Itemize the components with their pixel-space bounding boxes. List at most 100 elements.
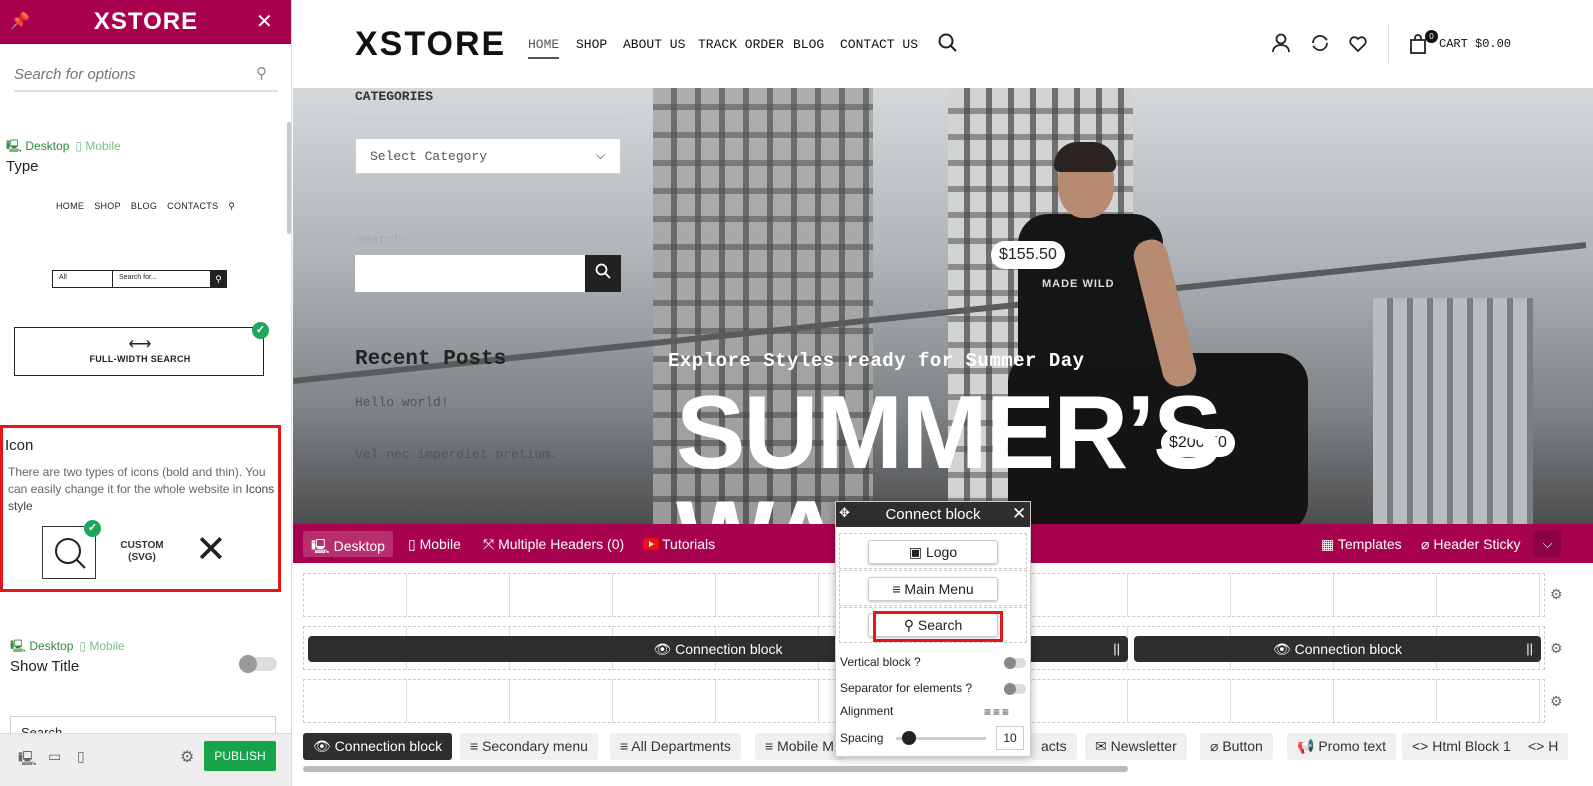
compare-icon[interactable] xyxy=(1310,33,1330,59)
gear-icon[interactable]: ⚙ xyxy=(1550,586,1563,603)
align-center-icon[interactable]: ≡ xyxy=(993,705,1002,719)
price-tag[interactable]: $155.50 xyxy=(991,241,1065,269)
link-icon: ⌀ xyxy=(1421,536,1430,552)
widget-search-input[interactable] xyxy=(355,255,585,292)
type-option-fullwidth[interactable]: ⟷ FULL-WIDTH SEARCH xyxy=(14,327,264,376)
gear-icon[interactable]: ⚙ xyxy=(1550,640,1563,657)
hero-building xyxy=(1373,298,1533,524)
desktop-preview-icon[interactable]: 🖳 xyxy=(18,748,37,772)
envelope-icon: ✉ xyxy=(1095,738,1107,754)
device-desktop[interactable]: Desktop xyxy=(29,639,73,653)
collapse-builder-button[interactable]: ⌵ xyxy=(1534,530,1561,557)
tray-html-block-2[interactable]: <> H xyxy=(1518,733,1569,760)
tray-scrollbar[interactable] xyxy=(303,766,1128,772)
site-logo[interactable]: XSTORE xyxy=(355,25,506,64)
demo-placeholder: Search for... xyxy=(119,274,157,281)
recent-post-link[interactable]: Third darkness and second dry xyxy=(355,499,581,514)
close-icon[interactable]: ✕ xyxy=(256,9,273,34)
show-title-toggle[interactable] xyxy=(239,655,277,673)
nav-track-order[interactable]: TRACK ORDER xyxy=(698,37,784,52)
tray-promo-text[interactable]: 📢 Promo text xyxy=(1287,733,1397,760)
recent-posts-title: Recent Posts xyxy=(355,348,507,371)
spacing-value-input[interactable]: 10 xyxy=(996,726,1024,750)
user-icon[interactable] xyxy=(1271,33,1291,59)
demo-nav-item: SHOP xyxy=(94,201,121,211)
recent-post-link[interactable]: Hello world! xyxy=(355,395,449,410)
category-select[interactable]: Select Category xyxy=(355,138,621,174)
tray-contacts[interactable]: acts xyxy=(1031,733,1077,760)
tray-connection-block[interactable]: 👁 Connection block xyxy=(303,733,453,760)
widget-search-button[interactable] xyxy=(585,255,621,292)
tray-button[interactable]: ⌀ Button xyxy=(1200,733,1273,760)
search-icon[interactable] xyxy=(938,33,958,59)
search-widget-title: Search xyxy=(355,232,402,247)
drag-handle-icon[interactable]: || xyxy=(1113,636,1120,662)
icon-option-custom[interactable]: CUSTOM (SVG) xyxy=(112,540,172,564)
tray-all-departments[interactable]: ≡ All Departments xyxy=(610,733,741,760)
builder-desktop-tab[interactable]: 🖳 Desktop xyxy=(303,531,393,557)
tutorials-tab[interactable]: Tutorials xyxy=(643,536,715,552)
search-icon[interactable]: ⚲ xyxy=(256,64,267,82)
nav-shop[interactable]: SHOP xyxy=(576,37,607,52)
nav-about[interactable]: ABOUT US xyxy=(623,37,685,52)
separator-toggle[interactable] xyxy=(1004,683,1026,695)
nav-contact[interactable]: CONTACT US xyxy=(840,37,918,52)
tray-newsletter[interactable]: ✉ Newsletter xyxy=(1085,733,1187,760)
type-option-input[interactable]: All Search for... ⚲ xyxy=(52,270,227,288)
site-header: XSTORE HOME SHOP ABOUT US TRACK ORDER BL… xyxy=(293,0,1593,88)
device-desktop[interactable]: Desktop xyxy=(25,139,69,153)
alignment-buttons[interactable]: ≡≡≡ xyxy=(984,705,1011,719)
wishlist-heart-icon[interactable] xyxy=(1348,33,1368,59)
header-sticky-button[interactable]: ⌀ Header Sticky xyxy=(1421,536,1520,553)
mobile-icon: ▯ xyxy=(408,536,416,552)
main-menu-element-button[interactable]: ≡ Main Menu xyxy=(868,577,998,601)
gear-icon[interactable]: ⚙ xyxy=(180,747,194,767)
cart-count-badge: 0 xyxy=(1425,30,1438,43)
align-right-icon[interactable]: ≡ xyxy=(1002,705,1011,719)
mobile-icon: ▯ xyxy=(79,639,86,653)
cart-total[interactable]: CART $0.00 xyxy=(1439,37,1511,51)
chip-label: All Departments xyxy=(631,738,731,754)
device-switch[interactable]: 🖳 Desktop ▯ Mobile xyxy=(10,637,125,658)
tray-mobile-menu[interactable]: ≡ Mobile M xyxy=(755,733,844,760)
options-search-input[interactable] xyxy=(14,58,278,92)
templates-button[interactable]: ▦ Templates xyxy=(1321,536,1402,553)
selected-check-icon: ✓ xyxy=(84,520,101,537)
move-icon[interactable]: ✥ xyxy=(839,505,850,521)
multiple-headers-tab[interactable]: ⤧ Multiple Headers (0) xyxy=(483,536,624,553)
tab-label: Templates xyxy=(1337,536,1402,552)
chip-label: Secondary menu xyxy=(482,738,588,754)
gear-icon[interactable]: ⚙ xyxy=(1550,693,1563,710)
tab-label: Tutorials xyxy=(662,536,716,552)
separator-label: Separator for elements ? xyxy=(840,681,973,695)
chip-label: Button xyxy=(1222,738,1263,754)
close-icon[interactable]: ✕ xyxy=(1012,504,1026,524)
drag-handle-icon[interactable]: || xyxy=(1526,636,1533,662)
publish-button[interactable]: PUBLISH xyxy=(204,741,276,771)
nav-blog[interactable]: BLOG xyxy=(793,37,824,52)
link-icon: ⌀ xyxy=(1210,738,1219,754)
recent-post-link[interactable]: Vel nec imperdiet pretium. xyxy=(355,447,558,462)
spacing-slider[interactable] xyxy=(896,731,986,745)
builder-mobile-tab[interactable]: ▯ Mobile xyxy=(408,536,461,553)
icon-option-none[interactable]: ✕ xyxy=(195,531,227,569)
popup-header[interactable]: Connect block xyxy=(836,502,1030,527)
item-label: Main Menu xyxy=(904,581,974,597)
icon-option-panel: Icon There are two types of icons (bold … xyxy=(0,425,281,592)
connection-block[interactable]: 👁 Connection block || xyxy=(1134,636,1541,662)
tray-html-block[interactable]: <> Html Block 1 xyxy=(1402,733,1521,760)
logo-element-button[interactable]: ▣ Logo xyxy=(868,540,998,564)
device-mobile[interactable]: Mobile xyxy=(89,639,124,653)
device-switch[interactable]: 🖳 Desktop ▯ Mobile xyxy=(6,137,121,158)
tablet-preview-icon[interactable]: ▭ xyxy=(48,748,61,765)
mobile-preview-icon[interactable]: ▯ xyxy=(77,748,85,765)
fullwidth-label: FULL-WIDTH SEARCH xyxy=(89,354,191,364)
sidebar-scrollbar[interactable] xyxy=(287,122,291,234)
align-left-icon[interactable]: ≡ xyxy=(984,705,993,719)
type-option-icon[interactable]: HOME SHOP BLOG CONTACTS ⚲ xyxy=(56,201,236,212)
vertical-block-toggle[interactable] xyxy=(1004,657,1026,669)
tray-secondary-menu[interactable]: ≡ Secondary menu xyxy=(460,733,598,760)
desktop-icon: 🖳 xyxy=(311,538,330,554)
nav-home[interactable]: HOME xyxy=(528,37,560,59)
device-mobile[interactable]: Mobile xyxy=(85,139,120,153)
